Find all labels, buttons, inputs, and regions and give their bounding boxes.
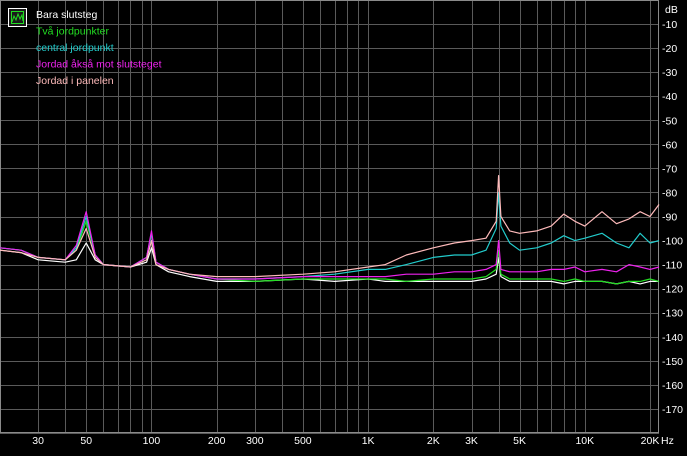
- y-tick-label: -100: [662, 236, 683, 248]
- y-tick-label: -170: [662, 404, 683, 416]
- y-tick-label: -40: [662, 91, 677, 103]
- x-unit-label: Hz: [661, 435, 674, 447]
- x-tick-label: 200: [208, 435, 226, 447]
- y-tick-label: -30: [662, 67, 677, 79]
- x-tick-label: 10K: [575, 435, 594, 447]
- y-tick-label: -70: [662, 163, 677, 175]
- y-tick-label: -160: [662, 380, 683, 392]
- x-tick-label: 3K: [465, 435, 478, 447]
- y-tick-label: -50: [662, 115, 677, 127]
- y-tick-label: -90: [662, 212, 677, 224]
- x-tick-label: 5K: [513, 435, 526, 447]
- x-tick-label: 30: [32, 435, 44, 447]
- y-tick-label: -20: [662, 43, 677, 55]
- x-tick-label: 100: [143, 435, 161, 447]
- x-tick-label: 50: [80, 435, 92, 447]
- legend-entry: Jordad i panelen: [36, 75, 114, 87]
- x-tick-label: 500: [294, 435, 312, 447]
- y-tick-label: -140: [662, 332, 683, 344]
- y-tick-label: -80: [662, 187, 677, 199]
- y-tick-label: -130: [662, 308, 683, 320]
- legend-entry: Bara slutsteg: [36, 9, 97, 21]
- y-tick-label: -110: [662, 260, 682, 272]
- legend-entry: central jordpunkt: [36, 42, 114, 54]
- x-tick-label: 300: [246, 435, 264, 447]
- spectrum-plot: 30 50 100 200 300 500 1K 2K 3K 5K 10K 20K -10 -20 -30 -…: [0, 0, 687, 451]
- spectrum-chart: 30 50 100 200 300 500 1K 2K 3K 5K 10K 20K -10 -20 -30 -…: [0, 0, 687, 451]
- legend-entry: Jordad åkså mot slutsteget: [36, 59, 162, 71]
- y-unit-label: dB: [665, 4, 678, 16]
- x-tick-label: 1K: [362, 435, 375, 447]
- y-tick-label: -10: [662, 19, 677, 31]
- y-tick-label: -120: [662, 284, 683, 296]
- x-tick-label: 2K: [427, 435, 440, 447]
- x-tick-label: 20K: [641, 435, 660, 447]
- y-tick-label: -60: [662, 139, 677, 151]
- legend-entry: Två jordpunkter: [36, 26, 109, 38]
- y-tick-label: -150: [662, 356, 683, 368]
